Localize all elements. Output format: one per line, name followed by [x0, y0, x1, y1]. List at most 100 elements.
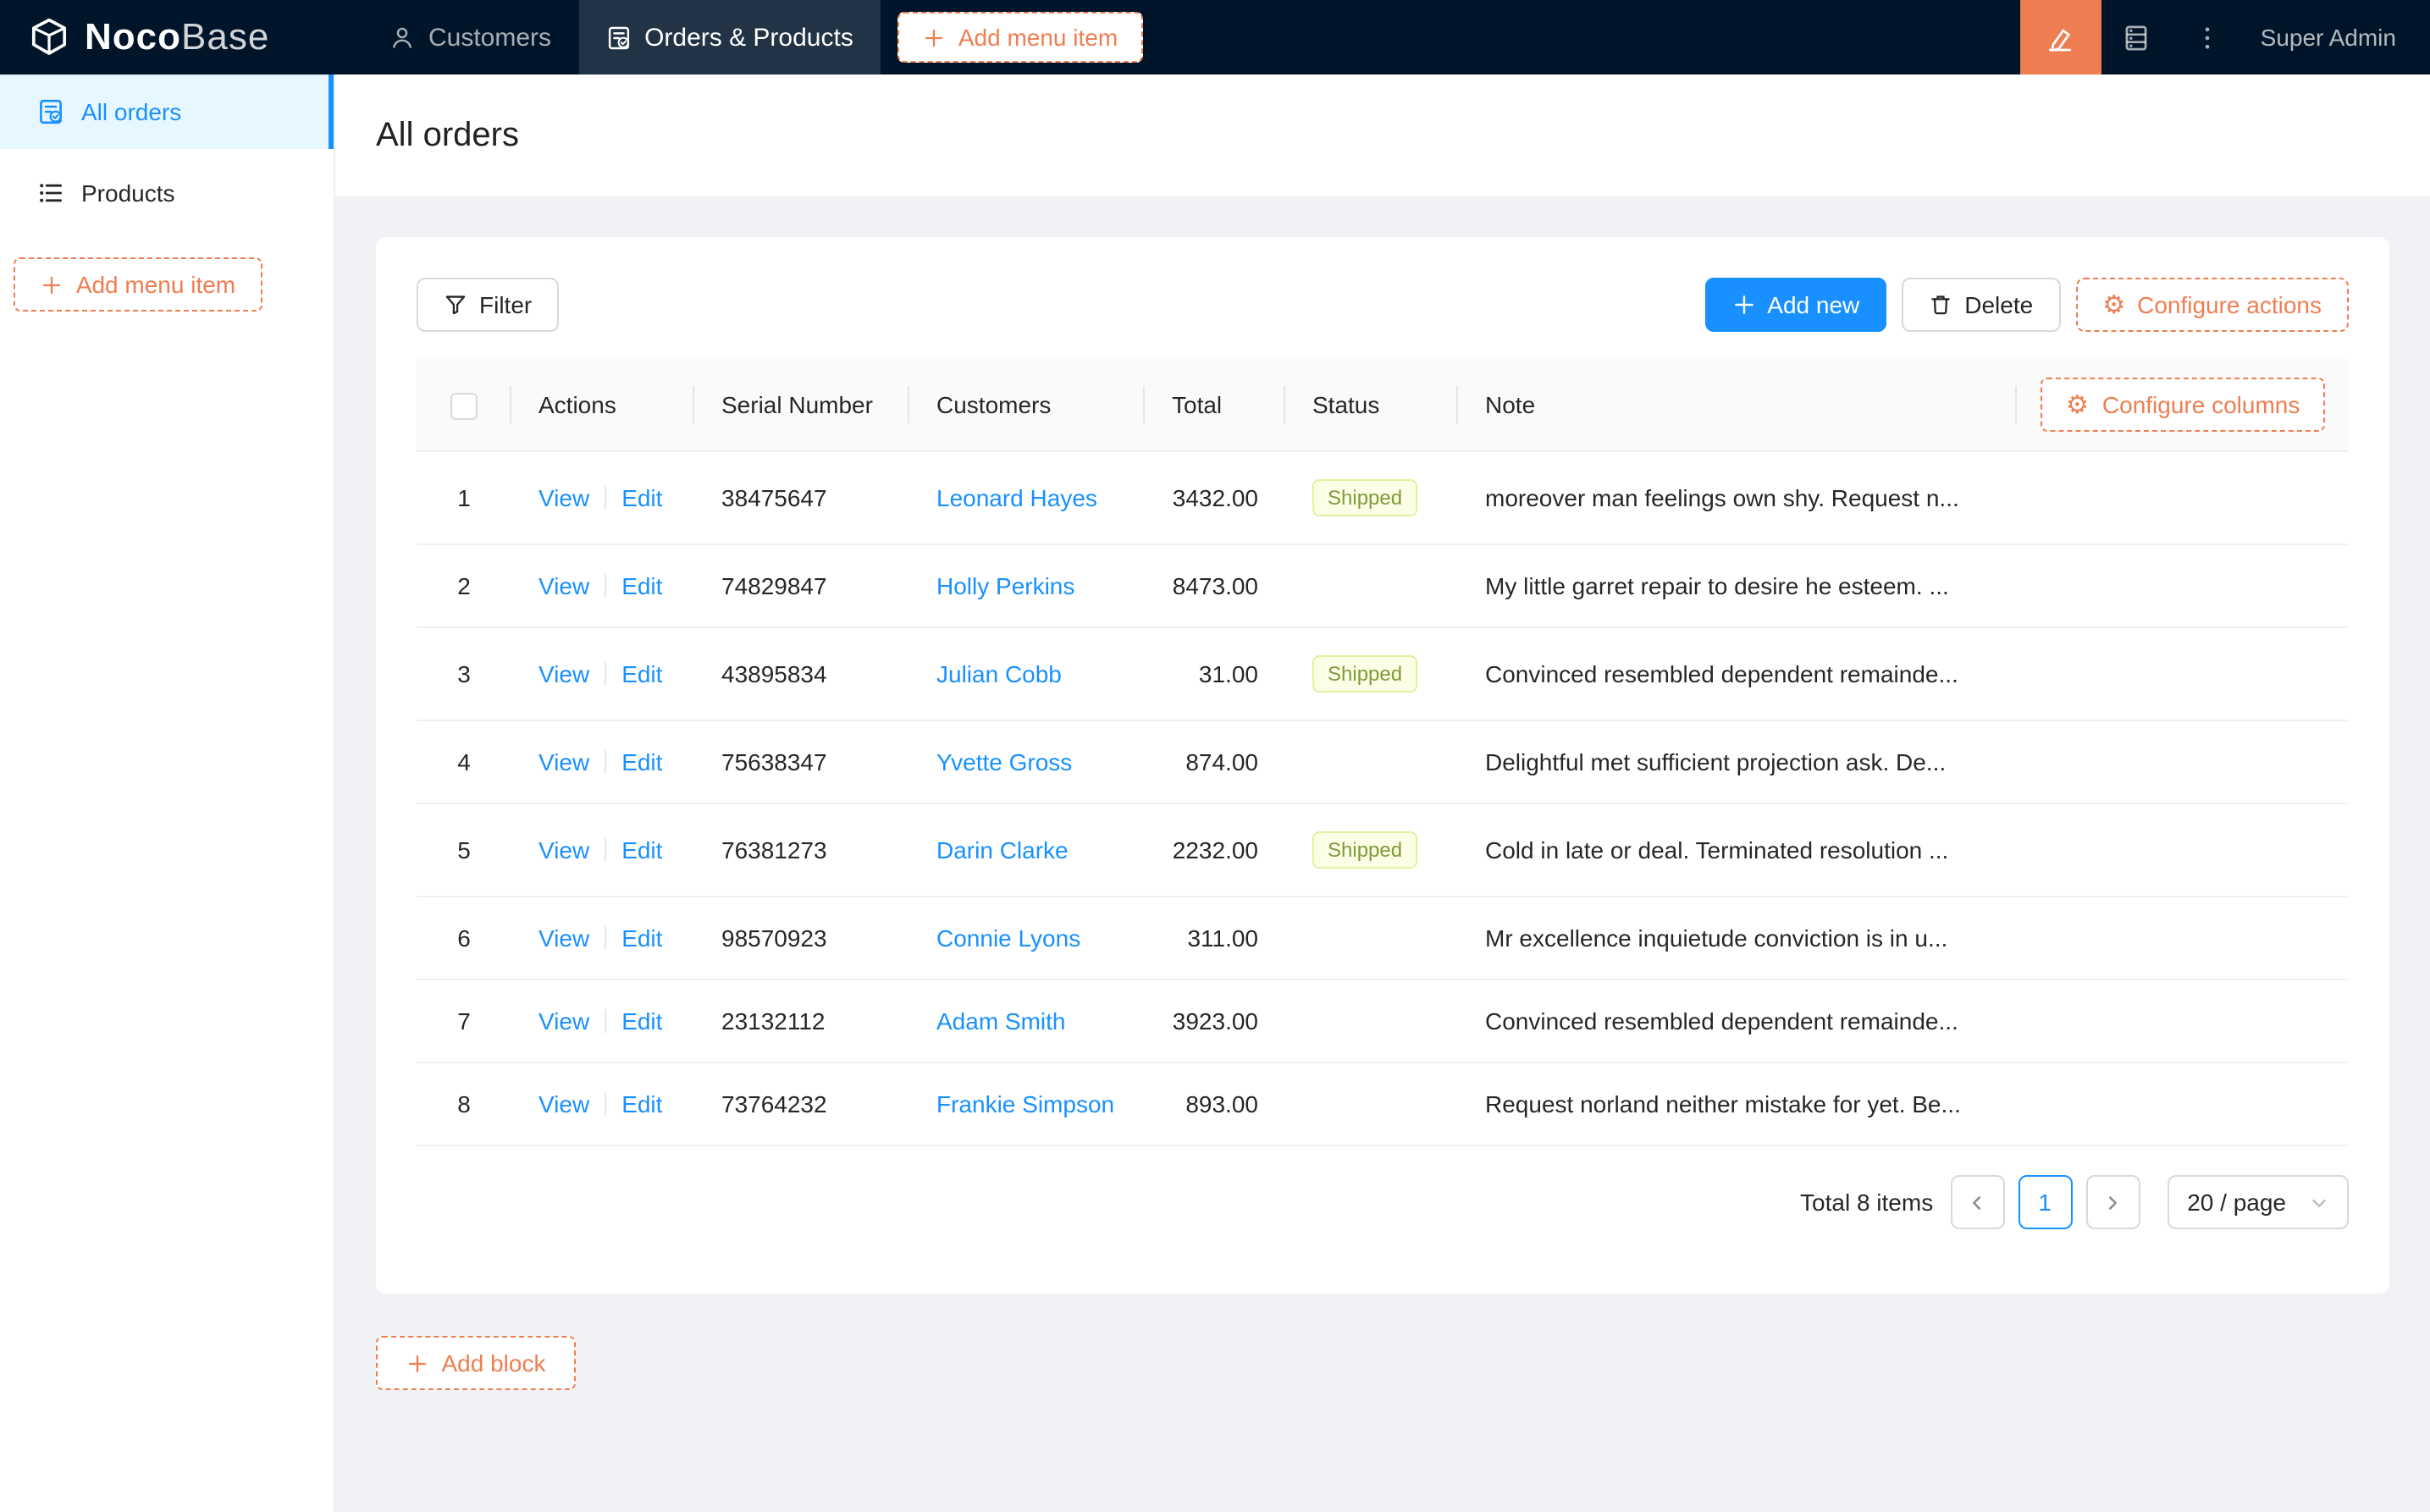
prev-page-button[interactable] — [1950, 1175, 2005, 1229]
table-row: 2 View Edit 74829847 Holly Perkins 8473.0… — [417, 544, 2349, 628]
toolbar-actions: Add new Delete ⚙ Configure actions — [1704, 278, 2349, 332]
configure-actions-button[interactable]: ⚙ Configure actions — [2075, 278, 2349, 332]
user-icon — [393, 26, 411, 47]
view-link[interactable]: View — [538, 1090, 589, 1117]
row-index-cell: 2 — [417, 544, 511, 628]
tab-orders-products[interactable]: Orders & Products — [578, 0, 881, 74]
row-index-cell: 6 — [417, 897, 511, 980]
pagination: Total 8 items 1 20 / page — [417, 1175, 2349, 1229]
orders-table: Actions Serial Number Customers Total St… — [417, 359, 2349, 1146]
nocobase-logo-icon — [31, 18, 67, 55]
sidebar-item-all-orders[interactable]: All orders — [0, 74, 334, 149]
customer-link[interactable]: Holly Perkins — [936, 572, 1074, 599]
edit-link[interactable]: Edit — [621, 1007, 662, 1035]
sidebar-item-label: All orders — [81, 98, 182, 125]
edit-link[interactable]: Edit — [621, 1090, 662, 1117]
add-menu-item-button-side[interactable]: Add menu item — [14, 257, 262, 312]
note-cell: Cold in late or deal. Terminated resolut… — [1458, 803, 2017, 897]
view-link[interactable]: View — [538, 572, 589, 599]
empty-cell — [2017, 544, 2349, 628]
add-block-button[interactable]: Add block — [376, 1336, 576, 1390]
plus-icon — [42, 275, 60, 294]
page-header: All orders — [335, 74, 2430, 196]
row-actions-cell: View Edit — [511, 1062, 694, 1146]
configure-columns-label: Configure columns — [2101, 391, 2300, 418]
delete-button[interactable]: Delete — [1902, 278, 2061, 332]
customer-link[interactable]: Adam Smith — [936, 1007, 1066, 1035]
total-cell: 893.00 — [1145, 1062, 1285, 1146]
table-row: 8 View Edit 73764232 Frankie Simpson 893.… — [417, 1062, 2349, 1146]
add-new-button[interactable]: Add new — [1704, 278, 1887, 332]
action-separator — [605, 1009, 607, 1033]
row-index: 4 — [457, 748, 471, 775]
customer-link[interactable]: Connie Lyons — [936, 924, 1080, 952]
logo-text-primary: Noco — [85, 15, 181, 58]
view-link[interactable]: View — [538, 484, 589, 511]
status-cell — [1285, 544, 1458, 628]
select-all-checkbox[interactable] — [450, 392, 478, 420]
view-link[interactable]: View — [538, 748, 589, 775]
customer-link[interactable]: Yvette Gross — [936, 748, 1072, 775]
row-index: 1 — [457, 484, 471, 511]
current-user-menu[interactable]: Super Admin — [2244, 0, 2430, 74]
top-navbar: NocoBase Customers Orders & Products Add… — [0, 0, 2430, 74]
row-index-cell: 3 — [417, 627, 511, 721]
plus-icon — [925, 28, 942, 47]
sidebar: All orders Products Add menu item — [0, 74, 335, 1512]
note-cell: moreover man feelings own shy. Request n… — [1458, 451, 2017, 545]
customer-cell: Leonard Hayes — [909, 451, 1145, 545]
customer-link[interactable]: Darin Clarke — [936, 836, 1069, 864]
more-actions-button[interactable] — [2173, 0, 2244, 74]
serial-number-cell: 43895834 — [694, 627, 909, 721]
logo: NocoBase — [0, 0, 335, 74]
tab-customers[interactable]: Customers — [362, 0, 578, 74]
view-link[interactable]: View — [538, 660, 589, 687]
status-cell — [1285, 897, 1458, 980]
edit-link[interactable]: Edit — [621, 748, 662, 775]
page-size-select[interactable]: 20 / page — [2167, 1175, 2349, 1229]
row-index-cell: 8 — [417, 1062, 511, 1146]
next-page-button[interactable] — [2085, 1175, 2140, 1229]
logo-text: NocoBase — [85, 15, 269, 59]
serial-number-cell: 74829847 — [694, 544, 909, 628]
total-cell: 874.00 — [1145, 720, 1285, 804]
page-1-button[interactable]: 1 — [2018, 1175, 2073, 1229]
add-new-label: Add new — [1767, 291, 1860, 318]
column-header-serial-number: Serial Number — [694, 359, 909, 452]
column-header-status: Status — [1285, 359, 1458, 452]
view-link[interactable]: View — [538, 1007, 589, 1035]
edit-link[interactable]: Edit — [621, 572, 662, 599]
customer-link[interactable]: Frankie Simpson — [936, 1090, 1114, 1117]
note-cell: My little garret repair to desire he est… — [1458, 544, 2017, 628]
form-icon — [40, 99, 62, 124]
edit-link[interactable]: Edit — [621, 924, 662, 952]
tab-label: Customers — [428, 23, 552, 52]
status-cell: Shipped — [1285, 627, 1458, 721]
configure-columns-button[interactable]: ⚙ Configure columns — [2041, 378, 2326, 432]
configure-columns-cell: ⚙ Configure columns — [2017, 359, 2349, 452]
row-actions-cell: View Edit — [511, 979, 694, 1063]
view-link[interactable]: View — [538, 924, 589, 952]
serial-number-cell: 23132112 — [694, 979, 909, 1063]
customer-cell: Holly Perkins — [909, 544, 1145, 628]
edit-link[interactable]: Edit — [621, 660, 662, 687]
topbar-right-actions: Super Admin — [2019, 0, 2430, 74]
plugin-manager-button[interactable] — [2101, 0, 2173, 74]
add-menu-item-button-top[interactable]: Add menu item — [897, 12, 1144, 63]
filter-button[interactable]: Filter — [417, 278, 560, 332]
empty-cell — [2017, 1062, 2349, 1146]
note-cell: Mr excellence inquietude conviction is i… — [1458, 897, 2017, 980]
customer-cell: Julian Cobb — [909, 627, 1145, 721]
ui-editor-button[interactable] — [2019, 0, 2101, 74]
sidebar-item-products[interactable]: Products — [0, 156, 334, 230]
view-link[interactable]: View — [538, 836, 589, 864]
highlighter-icon — [2049, 28, 2072, 52]
sidebar-item-label: Products — [81, 179, 175, 207]
customer-link[interactable]: Julian Cobb — [936, 660, 1062, 687]
customer-link[interactable]: Leonard Hayes — [936, 484, 1097, 511]
edit-link[interactable]: Edit — [621, 836, 662, 864]
orders-table-block: Filter Add new Delete ⚙ Configure action… — [376, 237, 2389, 1294]
edit-link[interactable]: Edit — [621, 484, 662, 511]
current-user-name: Super Admin — [2260, 24, 2396, 51]
chevron-down-icon — [2312, 1198, 2326, 1206]
